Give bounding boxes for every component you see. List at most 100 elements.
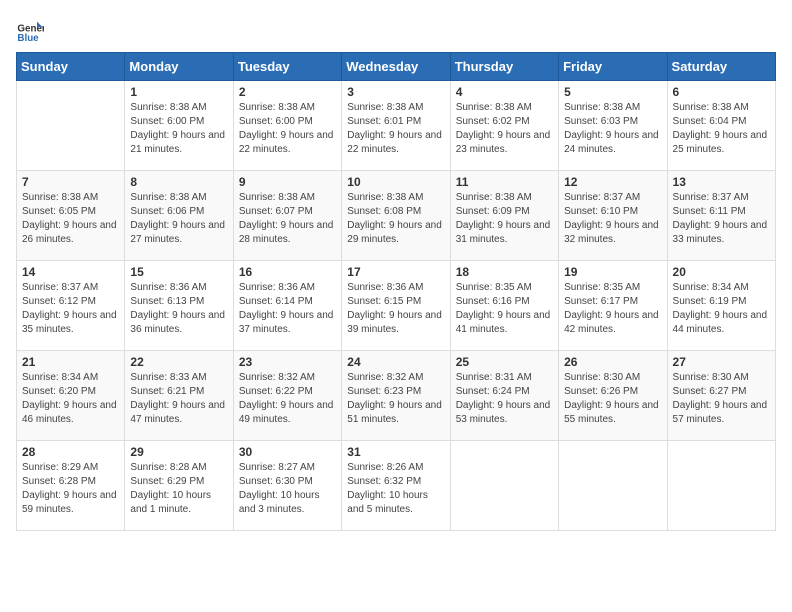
calendar-cell: 31 Sunrise: 8:26 AMSunset: 6:32 PMDaylig…	[342, 441, 450, 531]
day-number: 13	[673, 175, 770, 189]
week-row-1: 1 Sunrise: 8:38 AMSunset: 6:00 PMDayligh…	[17, 81, 776, 171]
day-number: 4	[456, 85, 553, 99]
calendar-cell: 14 Sunrise: 8:37 AMSunset: 6:12 PMDaylig…	[17, 261, 125, 351]
header-day-tuesday: Tuesday	[233, 53, 341, 81]
calendar-cell: 6 Sunrise: 8:38 AMSunset: 6:04 PMDayligh…	[667, 81, 775, 171]
day-detail: Sunrise: 8:32 AMSunset: 6:22 PMDaylight:…	[239, 371, 336, 427]
header-day-thursday: Thursday	[450, 53, 558, 81]
day-detail: Sunrise: 8:38 AMSunset: 6:02 PMDaylight:…	[456, 101, 553, 157]
day-number: 29	[130, 445, 227, 459]
day-number: 10	[347, 175, 444, 189]
day-detail: Sunrise: 8:38 AMSunset: 6:07 PMDaylight:…	[239, 191, 336, 247]
day-detail: Sunrise: 8:34 AMSunset: 6:20 PMDaylight:…	[22, 371, 119, 427]
logo-icon: General Blue	[16, 16, 44, 44]
day-detail: Sunrise: 8:35 AMSunset: 6:17 PMDaylight:…	[564, 281, 661, 337]
calendar-cell: 8 Sunrise: 8:38 AMSunset: 6:06 PMDayligh…	[125, 171, 233, 261]
calendar-cell: 23 Sunrise: 8:32 AMSunset: 6:22 PMDaylig…	[233, 351, 341, 441]
week-row-3: 14 Sunrise: 8:37 AMSunset: 6:12 PMDaylig…	[17, 261, 776, 351]
calendar-cell: 10 Sunrise: 8:38 AMSunset: 6:08 PMDaylig…	[342, 171, 450, 261]
day-number: 11	[456, 175, 553, 189]
header-day-monday: Monday	[125, 53, 233, 81]
day-detail: Sunrise: 8:27 AMSunset: 6:30 PMDaylight:…	[239, 461, 336, 517]
calendar-cell: 1 Sunrise: 8:38 AMSunset: 6:00 PMDayligh…	[125, 81, 233, 171]
week-row-2: 7 Sunrise: 8:38 AMSunset: 6:05 PMDayligh…	[17, 171, 776, 261]
calendar-header-row: SundayMondayTuesdayWednesdayThursdayFrid…	[17, 53, 776, 81]
day-number: 1	[130, 85, 227, 99]
header-day-sunday: Sunday	[17, 53, 125, 81]
header-day-wednesday: Wednesday	[342, 53, 450, 81]
day-detail: Sunrise: 8:36 AMSunset: 6:13 PMDaylight:…	[130, 281, 227, 337]
day-detail: Sunrise: 8:31 AMSunset: 6:24 PMDaylight:…	[456, 371, 553, 427]
day-detail: Sunrise: 8:38 AMSunset: 6:00 PMDaylight:…	[130, 101, 227, 157]
day-number: 14	[22, 265, 119, 279]
calendar-cell: 12 Sunrise: 8:37 AMSunset: 6:10 PMDaylig…	[559, 171, 667, 261]
calendar-cell	[559, 441, 667, 531]
day-detail: Sunrise: 8:38 AMSunset: 6:04 PMDaylight:…	[673, 101, 770, 157]
day-detail: Sunrise: 8:30 AMSunset: 6:27 PMDaylight:…	[673, 371, 770, 427]
calendar-cell	[17, 81, 125, 171]
calendar-cell: 17 Sunrise: 8:36 AMSunset: 6:15 PMDaylig…	[342, 261, 450, 351]
day-detail: Sunrise: 8:30 AMSunset: 6:26 PMDaylight:…	[564, 371, 661, 427]
day-detail: Sunrise: 8:36 AMSunset: 6:14 PMDaylight:…	[239, 281, 336, 337]
day-detail: Sunrise: 8:38 AMSunset: 6:05 PMDaylight:…	[22, 191, 119, 247]
day-detail: Sunrise: 8:38 AMSunset: 6:00 PMDaylight:…	[239, 101, 336, 157]
calendar-cell: 5 Sunrise: 8:38 AMSunset: 6:03 PMDayligh…	[559, 81, 667, 171]
calendar-cell: 16 Sunrise: 8:36 AMSunset: 6:14 PMDaylig…	[233, 261, 341, 351]
calendar-cell: 21 Sunrise: 8:34 AMSunset: 6:20 PMDaylig…	[17, 351, 125, 441]
calendar-cell: 7 Sunrise: 8:38 AMSunset: 6:05 PMDayligh…	[17, 171, 125, 261]
day-detail: Sunrise: 8:38 AMSunset: 6:09 PMDaylight:…	[456, 191, 553, 247]
day-number: 31	[347, 445, 444, 459]
day-number: 22	[130, 355, 227, 369]
day-number: 20	[673, 265, 770, 279]
day-number: 30	[239, 445, 336, 459]
day-number: 8	[130, 175, 227, 189]
day-number: 12	[564, 175, 661, 189]
day-detail: Sunrise: 8:28 AMSunset: 6:29 PMDaylight:…	[130, 461, 227, 517]
calendar-cell: 26 Sunrise: 8:30 AMSunset: 6:26 PMDaylig…	[559, 351, 667, 441]
calendar-cell: 29 Sunrise: 8:28 AMSunset: 6:29 PMDaylig…	[125, 441, 233, 531]
calendar-cell: 24 Sunrise: 8:32 AMSunset: 6:23 PMDaylig…	[342, 351, 450, 441]
day-detail: Sunrise: 8:29 AMSunset: 6:28 PMDaylight:…	[22, 461, 119, 517]
calendar-cell: 19 Sunrise: 8:35 AMSunset: 6:17 PMDaylig…	[559, 261, 667, 351]
day-number: 15	[130, 265, 227, 279]
day-detail: Sunrise: 8:34 AMSunset: 6:19 PMDaylight:…	[673, 281, 770, 337]
day-detail: Sunrise: 8:33 AMSunset: 6:21 PMDaylight:…	[130, 371, 227, 427]
logo: General Blue	[16, 16, 48, 44]
day-detail: Sunrise: 8:37 AMSunset: 6:11 PMDaylight:…	[673, 191, 770, 247]
calendar-table: SundayMondayTuesdayWednesdayThursdayFrid…	[16, 52, 776, 531]
day-number: 21	[22, 355, 119, 369]
day-detail: Sunrise: 8:38 AMSunset: 6:06 PMDaylight:…	[130, 191, 227, 247]
calendar-cell: 18 Sunrise: 8:35 AMSunset: 6:16 PMDaylig…	[450, 261, 558, 351]
day-detail: Sunrise: 8:37 AMSunset: 6:12 PMDaylight:…	[22, 281, 119, 337]
day-detail: Sunrise: 8:36 AMSunset: 6:15 PMDaylight:…	[347, 281, 444, 337]
day-detail: Sunrise: 8:32 AMSunset: 6:23 PMDaylight:…	[347, 371, 444, 427]
calendar-cell: 2 Sunrise: 8:38 AMSunset: 6:00 PMDayligh…	[233, 81, 341, 171]
day-detail: Sunrise: 8:38 AMSunset: 6:08 PMDaylight:…	[347, 191, 444, 247]
header-day-saturday: Saturday	[667, 53, 775, 81]
page-header: General Blue	[16, 16, 776, 44]
calendar-cell: 27 Sunrise: 8:30 AMSunset: 6:27 PMDaylig…	[667, 351, 775, 441]
day-number: 7	[22, 175, 119, 189]
calendar-cell: 11 Sunrise: 8:38 AMSunset: 6:09 PMDaylig…	[450, 171, 558, 261]
day-number: 23	[239, 355, 336, 369]
day-number: 24	[347, 355, 444, 369]
day-number: 3	[347, 85, 444, 99]
calendar-cell: 4 Sunrise: 8:38 AMSunset: 6:02 PMDayligh…	[450, 81, 558, 171]
calendar-body: 1 Sunrise: 8:38 AMSunset: 6:00 PMDayligh…	[17, 81, 776, 531]
day-number: 28	[22, 445, 119, 459]
week-row-5: 28 Sunrise: 8:29 AMSunset: 6:28 PMDaylig…	[17, 441, 776, 531]
day-number: 16	[239, 265, 336, 279]
calendar-cell: 30 Sunrise: 8:27 AMSunset: 6:30 PMDaylig…	[233, 441, 341, 531]
day-detail: Sunrise: 8:35 AMSunset: 6:16 PMDaylight:…	[456, 281, 553, 337]
calendar-cell: 22 Sunrise: 8:33 AMSunset: 6:21 PMDaylig…	[125, 351, 233, 441]
calendar-cell: 3 Sunrise: 8:38 AMSunset: 6:01 PMDayligh…	[342, 81, 450, 171]
day-number: 5	[564, 85, 661, 99]
calendar-cell: 25 Sunrise: 8:31 AMSunset: 6:24 PMDaylig…	[450, 351, 558, 441]
day-number: 27	[673, 355, 770, 369]
calendar-cell: 13 Sunrise: 8:37 AMSunset: 6:11 PMDaylig…	[667, 171, 775, 261]
week-row-4: 21 Sunrise: 8:34 AMSunset: 6:20 PMDaylig…	[17, 351, 776, 441]
svg-text:Blue: Blue	[17, 33, 39, 44]
header-day-friday: Friday	[559, 53, 667, 81]
day-detail: Sunrise: 8:38 AMSunset: 6:03 PMDaylight:…	[564, 101, 661, 157]
calendar-cell: 15 Sunrise: 8:36 AMSunset: 6:13 PMDaylig…	[125, 261, 233, 351]
